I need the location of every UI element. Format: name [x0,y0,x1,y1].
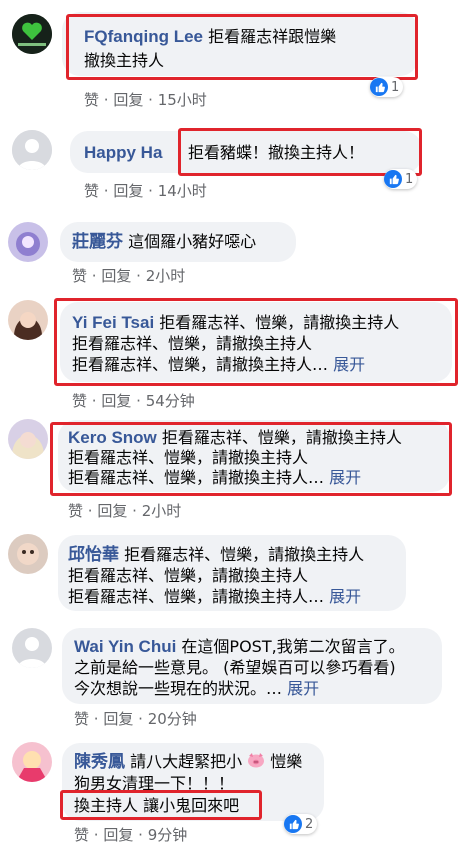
avatar[interactable] [12,14,52,54]
avatar-heart-icon [12,14,52,54]
comment-line-truncated: 拒看羅志祥、愷樂，請撤換主持人… 展开 [68,587,362,606]
comment-actions: 赞 · 回复 · 2小时 [68,502,182,520]
avatar-photo-icon [8,300,48,340]
pig-face-emoji-icon [247,752,265,773]
comment-line: 愷樂 [270,752,303,771]
reaction-count[interactable]: 1 [370,77,404,97]
reply-link[interactable]: 回复 [97,502,127,520]
avatar[interactable] [8,300,48,340]
comment-actions: 赞 · 回复 · 2小时 [72,267,186,285]
reply-link[interactable]: 回复 [103,710,133,728]
like-link[interactable]: 赞 [74,710,89,728]
avatar-photo-icon [8,222,48,262]
comment-text: Happy Ha [84,143,162,163]
highlight-box [60,790,262,820]
timestamp[interactable]: 9分钟 [148,826,188,844]
comment-line: 拒看羅志祥、愷樂，請撤換主持人 [124,545,365,564]
reply-link[interactable]: 回复 [113,91,143,109]
comment-actions: 赞 · 回复 · 54分钟 [72,392,195,410]
reply-link[interactable]: 回复 [103,826,133,844]
reply-link[interactable]: 回复 [101,392,131,410]
see-more-link[interactable]: 展开 [329,587,361,606]
like-link[interactable]: 赞 [72,267,87,285]
like-reaction-icon [384,170,402,188]
commenter-name[interactable]: Happy Ha [84,143,162,162]
comment-text: Wai Yin Chui 在這個POST,我第二次留言了。 [74,637,405,657]
timestamp[interactable]: 2小时 [142,502,182,520]
like-reaction-icon [284,815,302,833]
highlight-box [66,14,418,80]
highlight-box [54,298,458,386]
avatar-photo-icon [8,419,48,459]
comment-line: 請八大趕緊把小 [130,752,243,771]
comment-line: 之前是給一些意見。 (希望娛百可以參巧看看) [74,658,396,677]
commenter-name[interactable]: 莊麗芬 [72,232,123,251]
comment-actions: 赞 · 回复 · 15小时 [84,91,207,109]
comment-actions: 赞 · 回复 · 9分钟 [74,826,188,844]
avatar[interactable] [12,130,52,170]
comment-text: 陳秀鳳 請八大趕緊把小 愷樂 [74,752,302,773]
avatar[interactable] [8,222,48,262]
comment-actions: 赞 · 回复 · 20分钟 [74,710,197,728]
avatar[interactable] [8,419,48,459]
timestamp[interactable]: 14小时 [158,182,207,200]
commenter-name[interactable]: Wai Yin Chui [74,637,176,656]
reply-link[interactable]: 回复 [101,267,131,285]
highlight-box [178,128,422,176]
comment-line-truncated: 今次想說一些現在的狀況。… 展开 [74,679,320,698]
commenter-name[interactable]: 陳秀鳳 [74,752,125,771]
default-avatar-icon [12,130,52,170]
avatar[interactable] [12,742,52,782]
comment-actions: 赞 · 回复 · 14小时 [84,182,207,200]
like-link[interactable]: 赞 [84,91,99,109]
highlight-box [50,422,452,496]
avatar[interactable] [8,534,48,574]
timestamp[interactable]: 2小时 [146,267,186,285]
reaction-count[interactable]: 1 [384,169,418,189]
comment-line: 拒看羅志祥、愷樂，請撤換主持人 [68,566,309,585]
like-link[interactable]: 赞 [68,502,83,520]
avatar-photo-icon [12,742,52,782]
commenter-name[interactable]: 邱怡華 [68,545,119,564]
reply-link[interactable]: 回复 [113,182,143,200]
avatar[interactable] [12,628,52,668]
comment-line: 這個羅小豬好噁心 [128,232,257,251]
comment-line: 在這個POST,我第二次留言了。 [181,637,405,656]
comment-text: 邱怡華 拒看羅志祥、愷樂，請撤換主持人 [68,545,364,565]
reaction-count[interactable]: 2 [284,814,318,834]
timestamp[interactable]: 54分钟 [146,392,195,410]
avatar-photo-icon [8,534,48,574]
comment-text: 莊麗芬 這個羅小豬好噁心 [72,232,256,252]
like-reaction-icon [370,78,388,96]
see-more-link[interactable]: 展开 [287,679,319,698]
timestamp[interactable]: 15小时 [158,91,207,109]
like-link[interactable]: 赞 [74,826,89,844]
like-link[interactable]: 赞 [72,392,87,410]
timestamp[interactable]: 20分钟 [148,710,197,728]
like-link[interactable]: 赞 [84,182,99,200]
default-avatar-icon [12,628,52,668]
